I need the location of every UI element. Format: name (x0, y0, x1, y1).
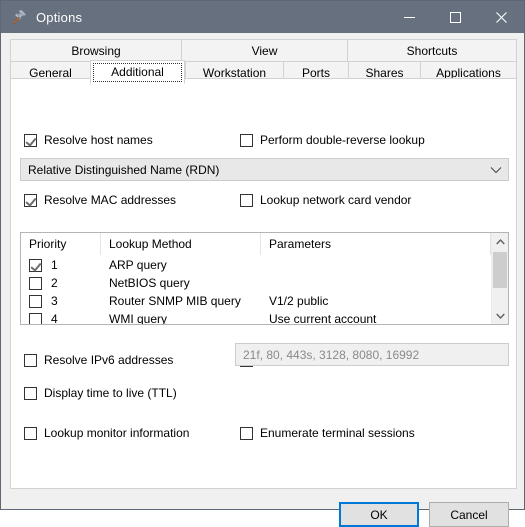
scrollbar-track[interactable] (492, 250, 508, 307)
table-row[interactable]: 2 NetBIOS query (21, 274, 491, 292)
checkbox-label: Display time to live (TTL) (44, 386, 177, 400)
checkbox-label: Enumerate terminal sessions (260, 426, 415, 440)
column-header-priority[interactable]: Priority (21, 233, 101, 255)
row-method-cell: Router SNMP MIB query (109, 294, 241, 308)
name-format-combobox[interactable]: Relative Distinguished Name (RDN) (20, 158, 509, 181)
tab-label: Browsing (71, 43, 121, 58)
tab-row-top: Browsing View Shortcuts (10, 39, 517, 62)
tab-label: View (251, 43, 278, 58)
tools-icon (10, 8, 28, 26)
tab-browsing[interactable]: Browsing (10, 39, 181, 62)
ttl-ports-value: 21f, 80, 443s, 3128, 8080, 16992 (243, 347, 420, 362)
chevron-down-icon (484, 166, 508, 174)
row-priority-cell: 4 (21, 312, 101, 324)
priority-value: 3 (51, 294, 58, 308)
checkbox-label: Perform double-reverse lookup (260, 133, 425, 147)
checkbox-label: Resolve host names (44, 133, 153, 147)
tab-label: Additional (111, 65, 164, 79)
row-method-cell: NetBIOS query (109, 276, 190, 290)
checkbox-perform-double-reverse-lookup[interactable]: Perform double-reverse lookup (240, 133, 425, 147)
row-checkbox[interactable] (29, 258, 42, 272)
list-vertical-scrollbar[interactable] (491, 233, 508, 324)
priority-value: 4 (51, 312, 58, 324)
list-body: Priority Lookup Method Parameters 1 ARP … (21, 233, 491, 324)
row-priority-cell: 1 (21, 258, 101, 272)
list-header-row: Priority Lookup Method Parameters (21, 233, 491, 256)
close-button[interactable] (478, 1, 524, 33)
window-controls (386, 1, 524, 33)
checkbox-box (24, 353, 37, 367)
checkbox-lookup-monitor-information[interactable]: Lookup monitor information (24, 426, 189, 440)
row-checkbox[interactable] (29, 276, 42, 290)
checkbox-label: Lookup monitor information (44, 426, 190, 440)
checkbox-box (240, 193, 253, 207)
dialog-client-area: Browsing View Shortcuts General Addition… (1, 33, 524, 527)
maximize-button[interactable] (432, 1, 478, 33)
checkbox-resolve-mac-addresses[interactable]: Resolve MAC addresses (24, 193, 176, 207)
tab-label: Shortcuts (406, 43, 458, 58)
checkbox-label: Resolve IPv6 addresses (44, 353, 174, 367)
row-checkbox[interactable] (29, 312, 42, 324)
title-bar: Options (1, 1, 524, 33)
row-method-cell: ARP query (109, 258, 167, 272)
row-checkbox[interactable] (29, 294, 42, 308)
checkbox-box (240, 426, 253, 440)
checkbox-box (24, 193, 37, 207)
checkbox-box (24, 386, 37, 400)
scroll-up-button[interactable] (492, 233, 508, 250)
checkbox-label: Resolve MAC addresses (44, 193, 177, 207)
tab-shortcuts[interactable]: Shortcuts (347, 39, 517, 62)
checkbox-resolve-ipv6-addresses[interactable]: Resolve IPv6 addresses (24, 353, 173, 367)
tab-panel-additional: Resolve host names Perform double-revers… (10, 78, 517, 489)
tab-view[interactable]: View (181, 39, 347, 62)
table-row[interactable]: 1 ARP query (21, 256, 491, 274)
checkbox-box (24, 133, 37, 147)
row-method-cell: WMI query (109, 312, 168, 324)
checkbox-lookup-network-card-vendor[interactable]: Lookup network card vendor (240, 193, 411, 207)
scrollbar-thumb[interactable] (493, 252, 507, 288)
options-dialog: Options Browsing View Shortcuts General … (0, 0, 525, 527)
row-priority-cell: 3 (21, 294, 101, 308)
window-title: Options (36, 9, 83, 25)
row-priority-cell: 2 (21, 276, 101, 290)
ttl-ports-input[interactable]: 21f, 80, 443s, 3128, 8080, 16992 (235, 343, 509, 366)
checkbox-box (24, 426, 37, 440)
row-parameters-cell: Use current account (269, 312, 377, 324)
checkbox-box (240, 133, 253, 147)
checkbox-label: Lookup network card vendor (260, 193, 412, 207)
priority-value: 2 (51, 276, 58, 290)
row-parameters-cell: V1/2 public (269, 294, 329, 308)
minimize-button[interactable] (386, 1, 432, 33)
checkbox-enumerate-terminal-sessions[interactable]: Enumerate terminal sessions (240, 426, 415, 440)
scroll-down-button[interactable] (492, 307, 508, 324)
cancel-button[interactable]: Cancel (429, 502, 509, 527)
lookup-method-list[interactable]: Priority Lookup Method Parameters 1 ARP … (20, 232, 509, 325)
table-row[interactable]: 3 Router SNMP MIB query V1/2 public (21, 292, 491, 310)
tab-additional[interactable]: Additional (90, 60, 185, 84)
checkbox-display-time-to-live[interactable]: Display time to live (TTL) (24, 386, 177, 400)
combobox-value: Relative Distinguished Name (RDN) (28, 162, 220, 177)
priority-value: 1 (51, 258, 58, 272)
table-row[interactable]: 4 WMI query Use current account (21, 310, 491, 324)
column-header-lookup-method[interactable]: Lookup Method (101, 233, 261, 255)
checkbox-resolve-host-names[interactable]: Resolve host names (24, 133, 153, 147)
ok-button[interactable]: OK (339, 502, 419, 527)
column-header-parameters[interactable]: Parameters (261, 233, 491, 255)
